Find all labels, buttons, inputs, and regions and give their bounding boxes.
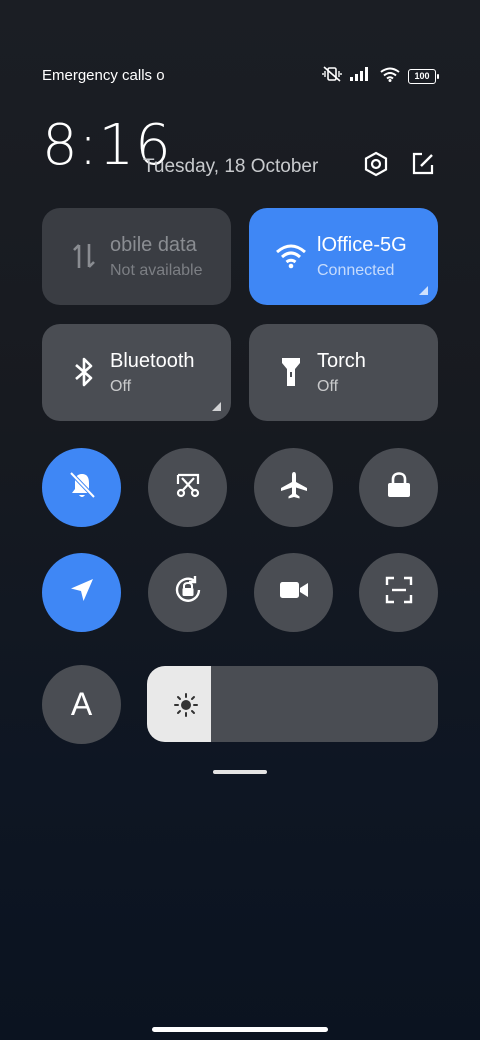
gesture-nav-bar[interactable] — [152, 1027, 328, 1032]
vibrate-off-icon — [322, 66, 342, 87]
mobile-data-icon — [68, 240, 100, 272]
screen-recorder-toggle[interactable] — [254, 553, 333, 632]
torch-icon — [275, 356, 307, 388]
date[interactable]: Tuesday, 18 October — [143, 156, 318, 178]
location-arrow-icon — [68, 576, 96, 609]
rotation-lock-icon — [172, 574, 204, 611]
panel-drag-handle[interactable] — [213, 770, 267, 774]
wifi-status: Connected — [317, 262, 395, 279]
wifi-tile[interactable]: lOffice-5G Connected — [249, 208, 438, 305]
video-camera-icon — [279, 579, 309, 606]
airplane-icon — [279, 470, 309, 505]
status-text: Emergency calls o — [42, 67, 165, 84]
torch-tile[interactable]: Torch Off — [249, 324, 438, 421]
edit-icon[interactable] — [409, 150, 437, 178]
status-icons: 100 — [322, 66, 439, 87]
bluetooth-tile[interactable]: Bluetooth Off — [42, 324, 231, 421]
rotation-lock-toggle[interactable] — [148, 553, 227, 632]
wifi-icon — [380, 67, 400, 87]
bluetooth-title: Bluetooth — [110, 350, 195, 372]
battery-icon: 100 — [408, 69, 439, 84]
expand-corner-icon[interactable] — [419, 286, 428, 295]
bluetooth-status: Off — [110, 378, 132, 395]
scanner-toggle[interactable] — [359, 553, 438, 632]
lock-icon — [386, 471, 412, 504]
wifi-icon — [275, 240, 307, 272]
mobile-data-title: obile data — [110, 234, 197, 256]
font-size-label: A — [70, 686, 93, 722]
sun-icon — [173, 692, 199, 723]
airplane-mode-toggle[interactable] — [254, 448, 333, 527]
expand-corner-icon[interactable] — [212, 402, 221, 411]
screenshot-toggle[interactable] — [148, 448, 227, 527]
lock-screen-toggle[interactable] — [359, 448, 438, 527]
torch-title: Torch — [317, 350, 366, 372]
bell-off-icon — [67, 470, 97, 505]
location-toggle[interactable] — [42, 553, 121, 632]
mute-toggle[interactable] — [42, 448, 121, 527]
wifi-network-name: lOffice-5G — [317, 234, 407, 256]
bluetooth-icon — [68, 356, 100, 388]
settings-icon[interactable] — [362, 150, 390, 178]
scan-icon — [385, 576, 413, 609]
signal-icon — [350, 67, 372, 86]
brightness-slider[interactable] — [147, 666, 438, 742]
mobile-data-tile[interactable]: obile data Not available — [42, 208, 231, 305]
torch-status: Off — [317, 378, 339, 395]
mobile-data-status: Not available — [110, 262, 203, 279]
scissors-icon — [173, 470, 203, 505]
font-size-button[interactable]: A — [42, 665, 121, 744]
